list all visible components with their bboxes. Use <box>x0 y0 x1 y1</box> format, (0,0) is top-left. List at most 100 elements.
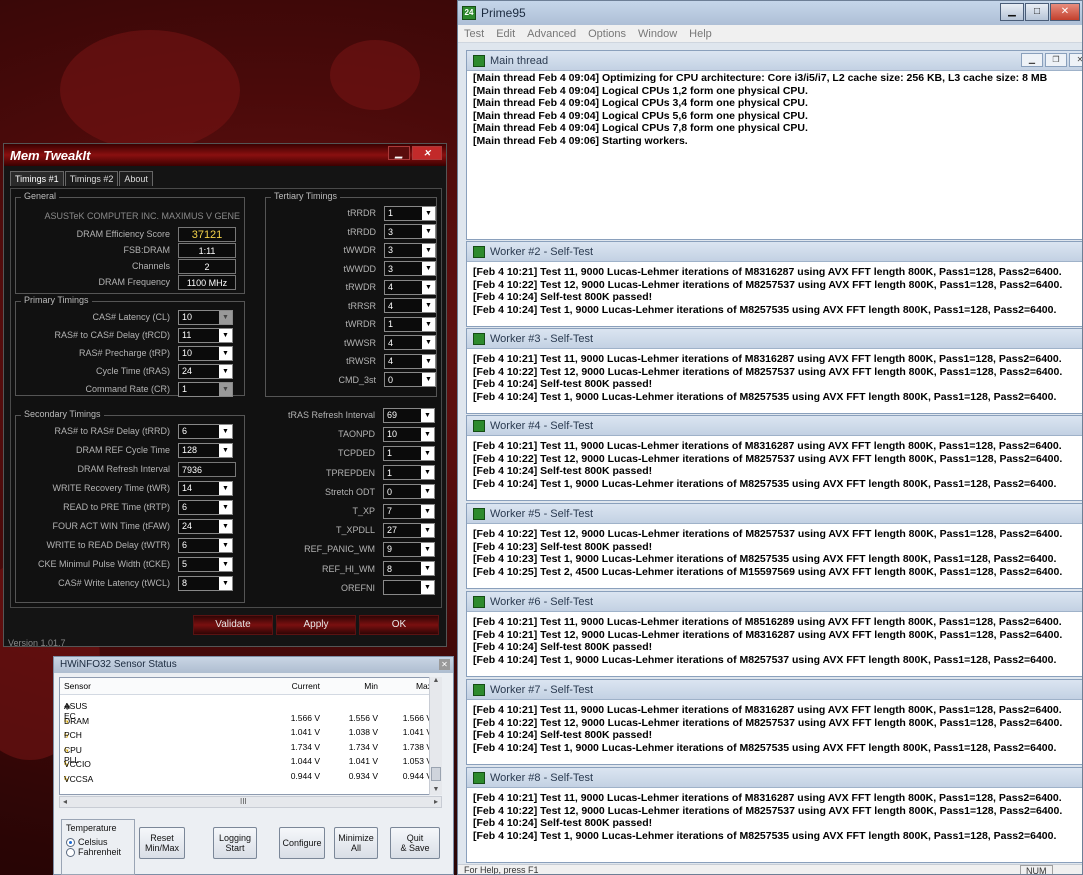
menu-edit[interactable]: Edit <box>490 28 521 40</box>
tab-timings-1[interactable]: Timings #1 <box>10 171 64 186</box>
timing-select[interactable]: 9 ▼ <box>383 541 435 557</box>
timing-select[interactable]: 5 ▼ <box>178 556 233 572</box>
pane-title-bar[interactable]: Worker #2 - Self-Test <box>467 242 1082 262</box>
sensor-group-row[interactable]: ◆ ASUS EC <box>60 695 441 721</box>
timing-select[interactable]: 3 ▼ <box>384 224 436 239</box>
timing-select[interactable]: 11 ▼ <box>178 327 233 343</box>
timing-select[interactable]: 0 ▼ <box>384 372 436 387</box>
sensor-row[interactable]: ϟ VCCSA 0.944 V 0.934 V 0.944 V <box>60 768 441 784</box>
tab-about[interactable]: About <box>119 171 153 186</box>
timing-select[interactable]: 4 ▼ <box>384 353 436 369</box>
timing-select[interactable]: 14 ▼ <box>178 480 233 496</box>
logging-start-button[interactable]: Logging Start <box>213 827 257 859</box>
timing-select[interactable]: 7 ▼ <box>383 503 435 519</box>
timing-select[interactable]: ▼ <box>383 580 435 596</box>
menu-advanced[interactable]: Advanced <box>521 28 582 40</box>
timing-select[interactable]: 1 ▼ <box>384 205 436 221</box>
timing-select[interactable]: 10 ▼ <box>383 426 435 442</box>
log-line: [Feb 4 10:21] Test 11, 9000 Lucas-Lehmer… <box>473 353 1062 365</box>
timing-select[interactable]: 1 ▼ <box>383 445 435 461</box>
timing-select[interactable]: 1 ▼ <box>384 316 436 332</box>
scroll-thumb[interactable] <box>431 767 441 781</box>
hwinfo-title-bar[interactable]: HWiNFO32 Sensor Status ✕ <box>54 657 453 673</box>
pane-log: [Feb 4 10:22] Test 12, 9000 Lucas-Lehmer… <box>467 524 1082 579</box>
pane-title-bar[interactable]: Worker #8 - Self-Test <box>467 768 1082 788</box>
timing-select[interactable]: 10 ▼ <box>178 345 233 361</box>
column-sensor[interactable]: Sensor <box>64 681 91 691</box>
timing-select[interactable]: 4 ▼ <box>384 298 436 313</box>
configure-button[interactable]: Configure <box>279 827 325 859</box>
pane-title-bar[interactable]: Worker #4 - Self-Test <box>467 416 1082 436</box>
timing-select[interactable]: 1 ▼ <box>383 465 435 481</box>
minimize-button[interactable]: ▁ <box>1000 3 1024 21</box>
sensor-row[interactable]: ϟ PCH 1.041 V 1.038 V 1.041 V <box>60 724 441 740</box>
timing-value: 3 <box>388 245 394 255</box>
scroll-left-arrow[interactable]: ◂ <box>63 797 67 806</box>
maximize-button[interactable]: □ <box>1025 3 1049 21</box>
pane-title: Worker #3 - Self-Test <box>490 332 594 345</box>
pane-minimize-button[interactable]: ▁ <box>1021 53 1043 67</box>
apply-button[interactable]: Apply <box>276 615 356 635</box>
timing-select[interactable]: 69 ▼ <box>383 407 435 423</box>
horizontal-scrollbar[interactable]: ◂ III ▸ <box>59 796 442 808</box>
sensor-row[interactable]: ϟ DRAM 1.566 V 1.556 V 1.566 V <box>60 710 441 726</box>
sensor-current: 1.044 V <box>290 756 320 766</box>
pane-restore-button[interactable]: ❐ <box>1045 53 1067 67</box>
pane-title-bar[interactable]: Worker #5 - Self-Test <box>467 504 1082 524</box>
column-max[interactable]: Max <box>380 681 432 691</box>
celsius-option[interactable]: Celsius <box>66 837 130 848</box>
timing-select[interactable]: 0 ▼ <box>383 484 435 500</box>
scroll-right-arrow[interactable]: ▸ <box>434 797 438 806</box>
column-current[interactable]: Current <box>268 681 320 691</box>
timing-select[interactable]: 128 ▼ <box>178 442 233 458</box>
menu-options[interactable]: Options <box>582 28 632 40</box>
pane-title-bar[interactable]: Worker #3 - Self-Test <box>467 329 1082 349</box>
radio-selected-icon[interactable] <box>66 838 75 848</box>
hwinfo-window: HWiNFO32 Sensor Status ✕ Sensor Current … <box>53 656 454 875</box>
timing-select[interactable]: 3 ▼ <box>384 242 436 258</box>
timing-select[interactable]: 4 ▼ <box>384 279 436 295</box>
timing-select[interactable]: 8 ▼ <box>178 575 233 591</box>
timing-label: T_XPDLL <box>335 525 375 536</box>
pane-title-bar[interactable]: Main thread ▁ ❐ ✕ <box>467 51 1082 71</box>
timing-select[interactable]: 10 ▼ <box>178 309 233 325</box>
timing-select[interactable]: 24 ▼ <box>178 363 233 379</box>
chevron-down-icon: ▼ <box>421 427 434 441</box>
menu-help[interactable]: Help <box>683 28 718 40</box>
scroll-thumb-grip[interactable]: III <box>240 797 247 806</box>
tab-timings-2[interactable]: Timings #2 <box>64 171 119 186</box>
sensor-row[interactable]: ϟ VCCIO 1.044 V 1.041 V 1.053 V <box>60 753 441 769</box>
timing-select[interactable]: 6 ▼ <box>178 537 233 553</box>
timing-select[interactable]: 3 ▼ <box>384 261 436 276</box>
timing-select[interactable]: 6 ▼ <box>178 499 233 515</box>
scroll-up-arrow[interactable]: ▲ <box>430 677 442 684</box>
timing-select[interactable]: 6 ▼ <box>178 423 233 439</box>
column-min[interactable]: Min <box>322 681 378 691</box>
close-button[interactable]: ✕ <box>439 659 450 670</box>
timing-select[interactable]: 8 ▼ <box>383 561 435 577</box>
validate-button[interactable]: Validate <box>193 615 273 635</box>
pane-title-bar[interactable]: Worker #6 - Self-Test <box>467 592 1082 612</box>
reset-min-max-button[interactable]: Reset Min/Max <box>139 827 185 859</box>
minimize-all-button[interactable]: Minimize All <box>334 827 378 859</box>
menu-window[interactable]: Window <box>632 28 683 40</box>
fahrenheit-option[interactable]: Fahrenheit <box>66 847 130 858</box>
minimize-button[interactable]: ▁ <box>388 146 410 160</box>
close-button[interactable]: ✕ <box>412 146 442 160</box>
ok-button[interactable]: OK <box>359 615 439 635</box>
scroll-down-arrow[interactable]: ▼ <box>430 786 442 793</box>
prime95-title-bar[interactable]: 24 Prime95 ▁ □ ✕ <box>458 1 1082 25</box>
close-button[interactable]: ✕ <box>1050 3 1080 21</box>
pane-title-bar[interactable]: Worker #7 - Self-Test <box>467 680 1082 700</box>
vertical-scrollbar[interactable]: ▲ ▼ <box>429 677 442 795</box>
pane-close-button[interactable]: ✕ <box>1069 53 1082 67</box>
timing-select[interactable]: 24 ▼ <box>178 518 233 534</box>
timing-select[interactable]: 27 ▼ <box>383 522 435 538</box>
timing-select[interactable]: 1 ▼ <box>178 381 233 397</box>
radio-icon[interactable] <box>66 848 75 858</box>
timing-select[interactable]: 4 ▼ <box>384 335 436 350</box>
memtweakit-title-bar[interactable]: Mem TweakIt ▁ ✕ <box>4 144 446 166</box>
quit-save-button[interactable]: Quit & Save <box>390 827 440 859</box>
menu-test[interactable]: Test <box>458 28 490 40</box>
sensor-row[interactable]: ϟ CPU PLL 1.734 V 1.734 V 1.738 V <box>60 739 441 765</box>
